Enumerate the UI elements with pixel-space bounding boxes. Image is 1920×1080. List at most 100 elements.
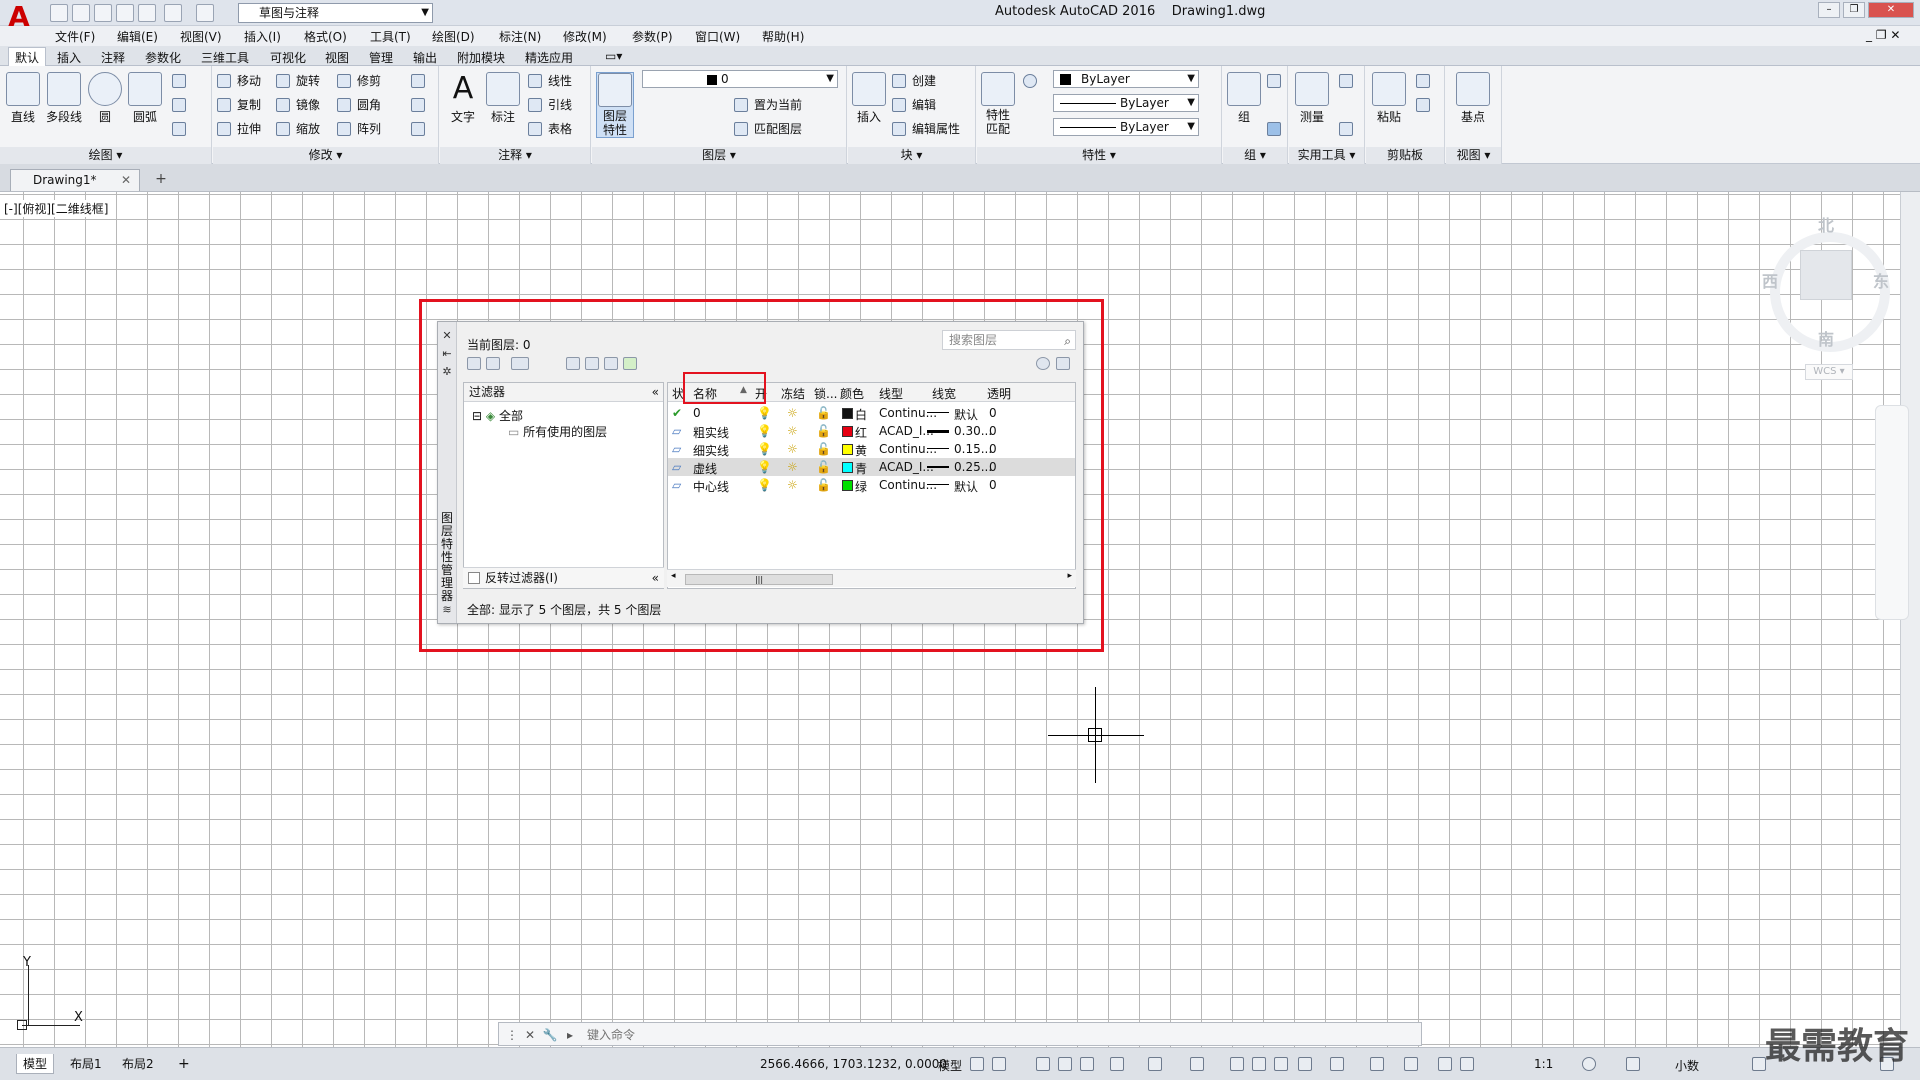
base-point-button[interactable]: 基点 [1456, 72, 1490, 125]
tab-3d-tools[interactable]: 三维工具 [201, 49, 249, 66]
workspace-gear-icon[interactable] [1582, 1057, 1596, 1071]
polar-icon[interactable] [1110, 1057, 1124, 1071]
tab-parametric[interactable]: 参数化 [145, 49, 181, 66]
ortho-icon[interactable] [1080, 1057, 1094, 1071]
draw-panel-title[interactable]: 绘图 ▾ [0, 147, 211, 164]
utilities-panel-title[interactable]: 实用工具 ▾ [1289, 147, 1364, 164]
grid-icon[interactable] [970, 1057, 984, 1071]
model-space-toggle[interactable]: 模型 [938, 1057, 962, 1074]
viewcube-east[interactable]: 东 [1873, 268, 1889, 292]
grip-icon[interactable]: ⋮ [503, 1026, 521, 1044]
explode-button[interactable] [411, 96, 431, 114]
save-as-icon[interactable] [116, 4, 134, 22]
menu-edit[interactable]: 编辑(E) [117, 28, 158, 45]
tab-view[interactable]: 视图 [325, 49, 349, 66]
new-file-icon[interactable] [50, 4, 68, 22]
tab-featured-apps[interactable]: 精选应用 [525, 49, 573, 66]
save-icon[interactable] [94, 4, 112, 22]
lineweight-icon[interactable] [1230, 1057, 1244, 1071]
properties-panel-title[interactable]: 特性 ▾ [977, 147, 1221, 164]
circle-button[interactable]: 圆 [88, 72, 122, 125]
3d-osnap-icon[interactable] [1298, 1057, 1312, 1071]
restore-button[interactable]: ❐ [1843, 2, 1865, 18]
navigation-bar[interactable] [1875, 405, 1909, 620]
wrench-icon[interactable]: 🔧 [541, 1026, 559, 1044]
new-tab-button[interactable]: + [152, 172, 170, 188]
tab-visualize[interactable]: 可视化 [270, 49, 306, 66]
command-input[interactable] [587, 1026, 1407, 1043]
menu-file[interactable]: 文件(F) [55, 28, 95, 45]
menu-format[interactable]: 格式(O) [304, 28, 347, 45]
match-properties-button[interactable]: 特性 匹配 [981, 72, 1015, 136]
dynamic-ucs-icon[interactable] [1330, 1057, 1344, 1071]
menu-modify[interactable]: 修改(M) [563, 28, 607, 45]
layers-panel-title[interactable]: 图层 ▾ [592, 147, 846, 164]
wcs-menu[interactable]: WCS ▾ [1805, 364, 1853, 380]
selection-filter-icon[interactable] [1370, 1057, 1384, 1071]
scale-button[interactable]: 缩放 [276, 120, 320, 138]
rectangle-button[interactable] [172, 72, 192, 90]
group-select-button[interactable] [1267, 120, 1287, 138]
annotation-visibility-icon[interactable] [1438, 1057, 1452, 1071]
tab-addins[interactable]: 附加模块 [457, 49, 505, 66]
annotation-monitor-icon[interactable] [1626, 1057, 1640, 1071]
arc-button[interactable]: 圆弧 [128, 72, 162, 125]
command-prompt-icon[interactable]: ▸ [561, 1026, 579, 1044]
viewcube-north[interactable]: 北 [1818, 212, 1834, 236]
tab-model[interactable]: 模型 [16, 1054, 55, 1074]
tab-layout2[interactable]: 布局2 [116, 1054, 160, 1074]
quick-properties-icon[interactable] [1752, 1057, 1766, 1071]
tab-insert[interactable]: 插入 [57, 49, 81, 66]
menu-help[interactable]: 帮助(H) [762, 28, 804, 45]
tab-output[interactable]: 输出 [413, 49, 437, 66]
fillet-button[interactable]: 圆角 [337, 96, 381, 114]
viewcube-south[interactable]: 南 [1818, 326, 1834, 350]
calculator-button[interactable] [1339, 120, 1359, 138]
tab-manage[interactable]: 管理 [369, 49, 393, 66]
trim-button[interactable]: 修剪 [337, 72, 381, 90]
linear-button[interactable]: 线性 [528, 72, 572, 90]
insert-button[interactable]: 插入 [852, 72, 886, 125]
color-wheel-button[interactable] [1023, 72, 1043, 90]
create-block-button[interactable]: 创建 [892, 72, 936, 90]
measure-button[interactable]: 测量 [1295, 72, 1329, 125]
block-panel-title[interactable]: 块 ▾ [848, 147, 975, 164]
rotate-button[interactable]: 旋转 [276, 72, 320, 90]
groups-panel-title[interactable]: 组 ▾ [1223, 147, 1287, 164]
menu-draw[interactable]: 绘图(D) [432, 28, 475, 45]
layer-dropdown[interactable]: 0 ▼ [642, 70, 838, 88]
auto-scale-icon[interactable] [1460, 1057, 1474, 1071]
menu-tools[interactable]: 工具(T) [370, 28, 411, 45]
viewport-controls[interactable]: [-][俯视][二维线框] [4, 200, 109, 217]
group-button[interactable]: 组 [1227, 72, 1261, 125]
minimize-button[interactable]: – [1818, 2, 1840, 18]
modify-panel-title[interactable]: 修改 ▾ [213, 147, 438, 164]
cut-button[interactable] [1416, 72, 1436, 90]
add-layout-button[interactable]: + [172, 1054, 196, 1074]
move-button[interactable]: 移动 [217, 72, 261, 90]
paste-button[interactable]: 粘贴 [1372, 72, 1406, 125]
units-selector[interactable]: 小数 [1675, 1057, 1699, 1074]
tab-annotate[interactable]: 注释 [101, 49, 125, 66]
workspace-select[interactable]: 草图与注释 ▼ [238, 3, 433, 23]
erase-button[interactable] [411, 72, 431, 90]
copy-clip-button[interactable] [1416, 96, 1436, 114]
viewcube[interactable] [1800, 250, 1852, 300]
mirror-button[interactable]: 镜像 [276, 96, 320, 114]
close-icon[interactable]: ✕ [121, 170, 131, 190]
lineweight-dropdown[interactable]: ByLayer ▼ [1053, 118, 1199, 136]
dimension-button[interactable]: 标注 [486, 72, 520, 125]
view-panel-title[interactable]: 视图 ▾ [1446, 147, 1501, 164]
edit-block-button[interactable]: 编辑 [892, 96, 936, 114]
hatch-button[interactable] [172, 120, 192, 138]
ellipse-button[interactable] [172, 96, 192, 114]
array-button[interactable]: 阵列 [337, 120, 381, 138]
stretch-button[interactable]: 拉伸 [217, 120, 261, 138]
close-button[interactable]: ✕ [1868, 2, 1914, 18]
close-icon[interactable]: ✕ [521, 1026, 539, 1044]
undo-icon[interactable] [164, 4, 182, 22]
coordinate-readout[interactable]: 2566.4666, 1703.1232, 0.0000 [760, 1057, 947, 1071]
offset-button[interactable] [411, 120, 431, 138]
linetype-dropdown[interactable]: ByLayer ▼ [1053, 94, 1199, 112]
annotation-scale[interactable]: 1:1 [1534, 1057, 1553, 1071]
